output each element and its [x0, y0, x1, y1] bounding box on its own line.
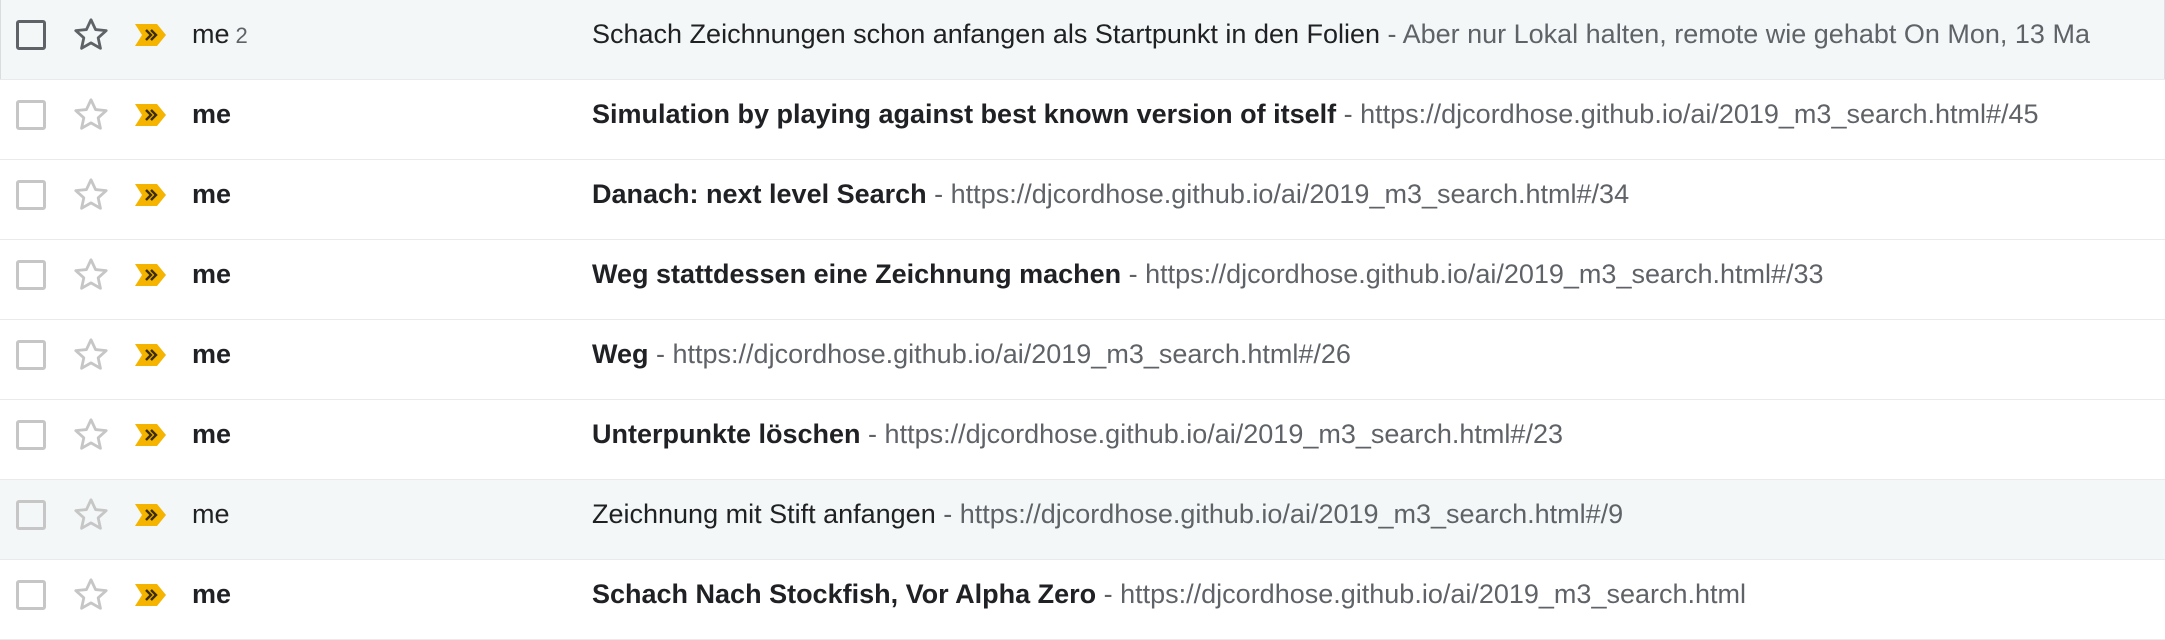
- email-content: Schach Zeichnungen schon anfangen als St…: [592, 0, 2165, 79]
- subject-separator: -: [1096, 579, 1121, 609]
- important-marker-icon[interactable]: [134, 342, 168, 368]
- email-content: Unterpunkte löschen - https://djcordhose…: [592, 400, 2165, 479]
- select-checkbox[interactable]: [16, 420, 46, 450]
- subject-separator: -: [935, 499, 960, 529]
- sender-name: me: [192, 259, 232, 289]
- select-checkbox[interactable]: [16, 20, 46, 50]
- email-subject: Danach: next level Search: [592, 179, 927, 209]
- subject-separator: -: [1380, 19, 1403, 49]
- email-content: Weg - https://djcordhose.github.io/ai/20…: [592, 320, 2165, 399]
- email-row[interactable]: me Danach: next level Search - https://d…: [0, 160, 2165, 240]
- email-row[interactable]: me Unterpunkte löschen - https://djcordh…: [0, 400, 2165, 480]
- select-checkbox[interactable]: [16, 100, 46, 130]
- email-row[interactable]: me Zeichnung mit Stift anfangen - https:…: [0, 480, 2165, 560]
- sender-name: me 2: [192, 19, 248, 49]
- email-snippet: https://djcordhose.github.io/ai/2019_m3_…: [672, 339, 1351, 369]
- sender-name: me: [192, 179, 232, 209]
- email-row[interactable]: me Weg - https://djcordhose.github.io/ai…: [0, 320, 2165, 400]
- email-snippet: https://djcordhose.github.io/ai/2019_m3_…: [1120, 579, 1747, 609]
- important-marker-icon[interactable]: [134, 422, 168, 448]
- email-row[interactable]: me Schach Nach Stockfish, Vor Alpha Zero…: [0, 560, 2165, 640]
- select-checkbox[interactable]: [16, 340, 46, 370]
- select-checkbox[interactable]: [16, 260, 46, 290]
- email-snippet: https://djcordhose.github.io/ai/2019_m3_…: [959, 499, 1624, 529]
- email-content: Zeichnung mit Stift anfangen - https://d…: [592, 480, 2165, 559]
- sender-name: me: [192, 499, 230, 529]
- email-subject: Simulation by playing against best known…: [592, 99, 1337, 129]
- subject-separator: -: [1121, 259, 1146, 289]
- email-snippet: https://djcordhose.github.io/ai/2019_m3_…: [950, 179, 1630, 209]
- email-snippet: Aber nur Lokal halten, remote wie gehabt…: [1402, 19, 2090, 49]
- star-icon[interactable]: [70, 94, 112, 136]
- important-marker-icon[interactable]: [134, 262, 168, 288]
- email-subject: Weg stattdessen eine Zeichnung machen: [592, 259, 1122, 289]
- sender-name: me: [192, 579, 232, 609]
- star-icon[interactable]: [70, 334, 112, 376]
- star-icon[interactable]: [70, 254, 112, 296]
- thread-count: 2: [235, 23, 248, 48]
- email-content: Schach Nach Stockfish, Vor Alpha Zero - …: [592, 560, 2165, 639]
- star-icon[interactable]: [70, 574, 112, 616]
- star-icon[interactable]: [70, 174, 112, 216]
- email-snippet: https://djcordhose.github.io/ai/2019_m3_…: [1145, 259, 1824, 289]
- star-icon[interactable]: [70, 14, 112, 56]
- email-row[interactable]: me Simulation by playing against best kn…: [0, 80, 2165, 160]
- important-marker-icon[interactable]: [134, 22, 168, 48]
- subject-separator: -: [860, 419, 885, 449]
- email-content: Simulation by playing against best known…: [592, 80, 2165, 159]
- star-icon[interactable]: [70, 414, 112, 456]
- email-content: Weg stattdessen eine Zeichnung machen - …: [592, 240, 2165, 319]
- sender-name: me: [192, 419, 232, 449]
- sender-name: me: [192, 339, 232, 369]
- email-row[interactable]: me 2 Schach Zeichnungen schon anfangen al…: [0, 0, 2165, 80]
- subject-separator: -: [926, 179, 951, 209]
- select-checkbox[interactable]: [16, 580, 46, 610]
- email-content: Danach: next level Search - https://djco…: [592, 160, 2165, 239]
- important-marker-icon[interactable]: [134, 582, 168, 608]
- star-icon[interactable]: [70, 494, 112, 536]
- email-list: me 2 Schach Zeichnungen schon anfangen al…: [0, 0, 2165, 640]
- email-subject: Zeichnung mit Stift anfangen: [592, 499, 936, 529]
- select-checkbox[interactable]: [16, 180, 46, 210]
- email-subject: Schach Zeichnungen schon anfangen als St…: [592, 19, 1381, 49]
- subject-separator: -: [648, 339, 673, 369]
- email-subject: Weg: [592, 339, 649, 369]
- subject-separator: -: [1336, 99, 1361, 129]
- important-marker-icon[interactable]: [134, 182, 168, 208]
- email-snippet: https://djcordhose.github.io/ai/2019_m3_…: [1360, 99, 2039, 129]
- email-snippet: https://djcordhose.github.io/ai/2019_m3_…: [884, 419, 1563, 449]
- important-marker-icon[interactable]: [134, 502, 168, 528]
- email-subject: Schach Nach Stockfish, Vor Alpha Zero: [592, 579, 1097, 609]
- important-marker-icon[interactable]: [134, 102, 168, 128]
- select-checkbox[interactable]: [16, 500, 46, 530]
- email-row[interactable]: me Weg stattdessen eine Zeichnung machen…: [0, 240, 2165, 320]
- sender-name: me: [192, 99, 232, 129]
- email-subject: Unterpunkte löschen: [592, 419, 861, 449]
